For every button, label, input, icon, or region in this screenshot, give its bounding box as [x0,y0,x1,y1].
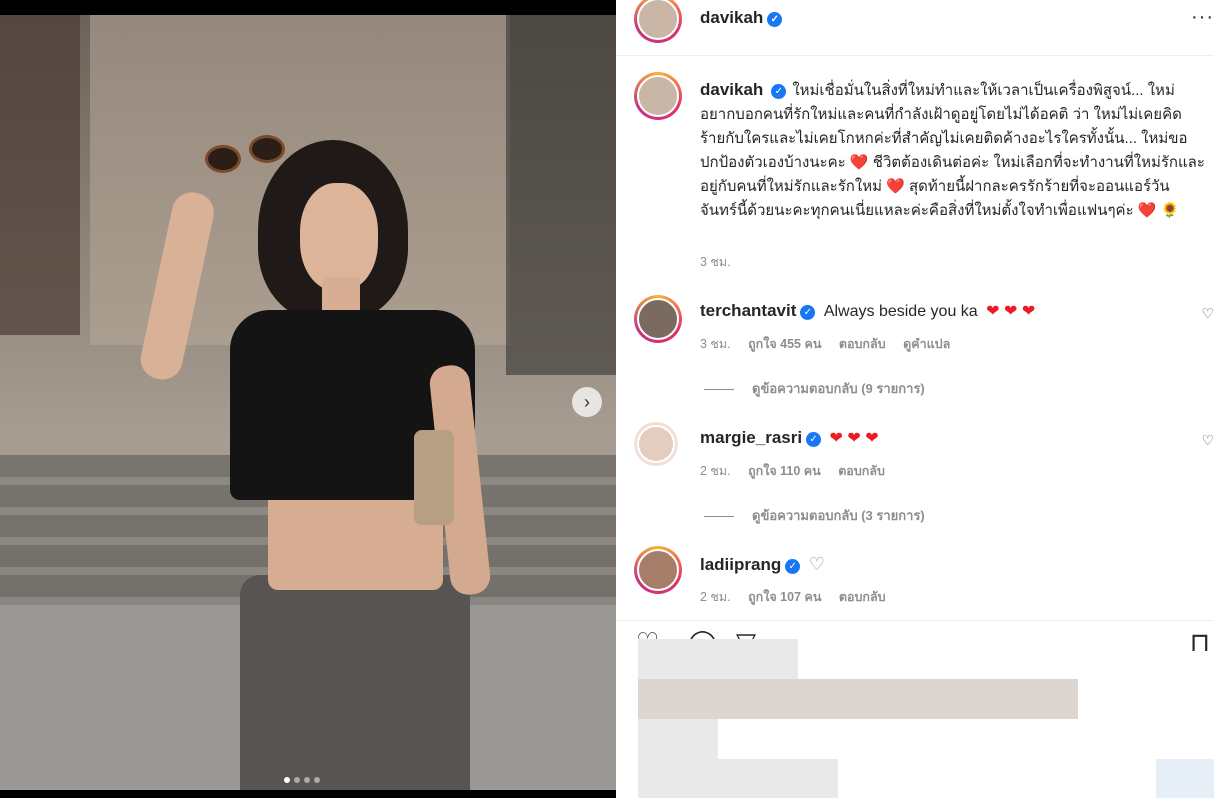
verified-icon: ✓ [767,12,783,27]
person-skirt [240,575,470,790]
comment-username[interactable]: margie_rasri [700,428,802,447]
avatar[interactable] [634,0,682,43]
post-actions: ♡ ◯ ▽ ⊓ [616,620,1214,798]
comment-time[interactable]: 3 ชม. [700,337,731,351]
blurred-region [1156,759,1214,798]
comment-body: margie_rasri ✓ ❤ ❤ ❤ [700,428,879,448]
blurred-region [638,719,718,759]
carousel-dot [294,777,300,783]
background-door [506,15,616,375]
sunglasses [205,135,285,175]
carousel-dot [304,777,310,783]
person-face [300,183,378,291]
caption-username[interactable]: davikah [700,80,763,99]
avatar[interactable] [634,546,682,594]
post-caption: davikah ✓ ใหม่เชื่อมั่นในสิ่งที่ใหม่ทำและใ… [700,78,1205,223]
avatar[interactable] [634,422,678,466]
chevron-right-icon[interactable]: › [572,387,602,417]
view-replies-button[interactable]: ดูข้อความตอบกลับ (3 รายการ) [704,505,925,526]
avatar[interactable] [634,295,682,343]
verified-icon: ✓ [800,305,816,320]
comment-meta: 2 ชม. ถูกใจ 107 คน ตอบกลับ [700,587,900,607]
caption-time[interactable]: 3 ชม. [700,255,731,269]
heart-outline-icon[interactable]: ♡ [1201,432,1214,449]
post-header: davikah ✓ ··· [616,0,1214,56]
comment-time[interactable]: 2 ชม. [700,590,731,604]
verified-icon: ✓ [806,432,822,447]
username-text[interactable]: davikah [700,8,763,27]
translate-button[interactable]: ดูคำแปล [903,337,950,351]
blurred-region [638,759,838,798]
carousel-dot [284,777,290,783]
comment-username[interactable]: terchantavit [700,301,796,320]
header-username[interactable]: davikah ✓ [700,8,783,28]
caption-meta: 3 ชม. [700,252,745,272]
verified-icon: ✓ [771,84,787,99]
blurred-region [638,639,798,679]
ellipsis-icon[interactable]: ··· [1191,6,1214,29]
reply-button[interactable]: ตอบกลับ [838,464,885,478]
heart-emoji: ❤ ❤ ❤ [986,303,1036,320]
heart-emoji: ♡ [808,554,825,574]
comment-text: Always beside you ka [823,303,978,320]
carousel-dot [314,777,320,783]
verified-icon: ✓ [785,559,801,574]
background-shelf [0,15,80,335]
comment-meta: 3 ชม. ถูกใจ 455 คน ตอบกลับ ดูคำแปล [700,334,964,354]
heart-outline-icon[interactable]: ♡ [1201,305,1214,322]
avatar[interactable] [634,72,682,120]
comment-likes[interactable]: ถูกใจ 455 คน [748,337,821,351]
comment-likes[interactable]: ถูกใจ 110 คน [748,464,821,478]
heart-emoji: ❤ ❤ ❤ [829,430,879,447]
comment-username[interactable]: ladiiprang [700,555,781,574]
caption-text: ใหม่เชื่อมั่นในสิ่งที่ใหม่ทำและให้เวลาเป… [700,82,1205,219]
comment-body: ladiiprang ✓ ♡ [700,554,825,575]
comment-time[interactable]: 2 ชม. [700,464,731,478]
person-bag [414,430,454,525]
post-image[interactable] [0,15,616,790]
comment-meta: 2 ชม. ถูกใจ 110 คน ตอบกลับ [700,461,899,481]
carousel-dots [284,777,320,783]
bookmark-icon[interactable]: ⊓ [1190,627,1210,658]
comment-body: terchantavit ✓ Always beside you ka ❤ ❤ ❤ [700,301,1035,321]
reply-button[interactable]: ตอบกลับ [839,337,886,351]
view-replies-button[interactable]: ดูข้อความตอบกลับ (9 รายการ) [704,378,925,399]
blurred-region [638,679,1078,719]
comment-likes[interactable]: ถูกใจ 107 คน [748,590,821,604]
post-panel: davikah ✓ ··· davikah ✓ ใหม่เชื่อมั่นในสิ่ง… [616,0,1214,798]
reply-button[interactable]: ตอบกลับ [839,590,886,604]
